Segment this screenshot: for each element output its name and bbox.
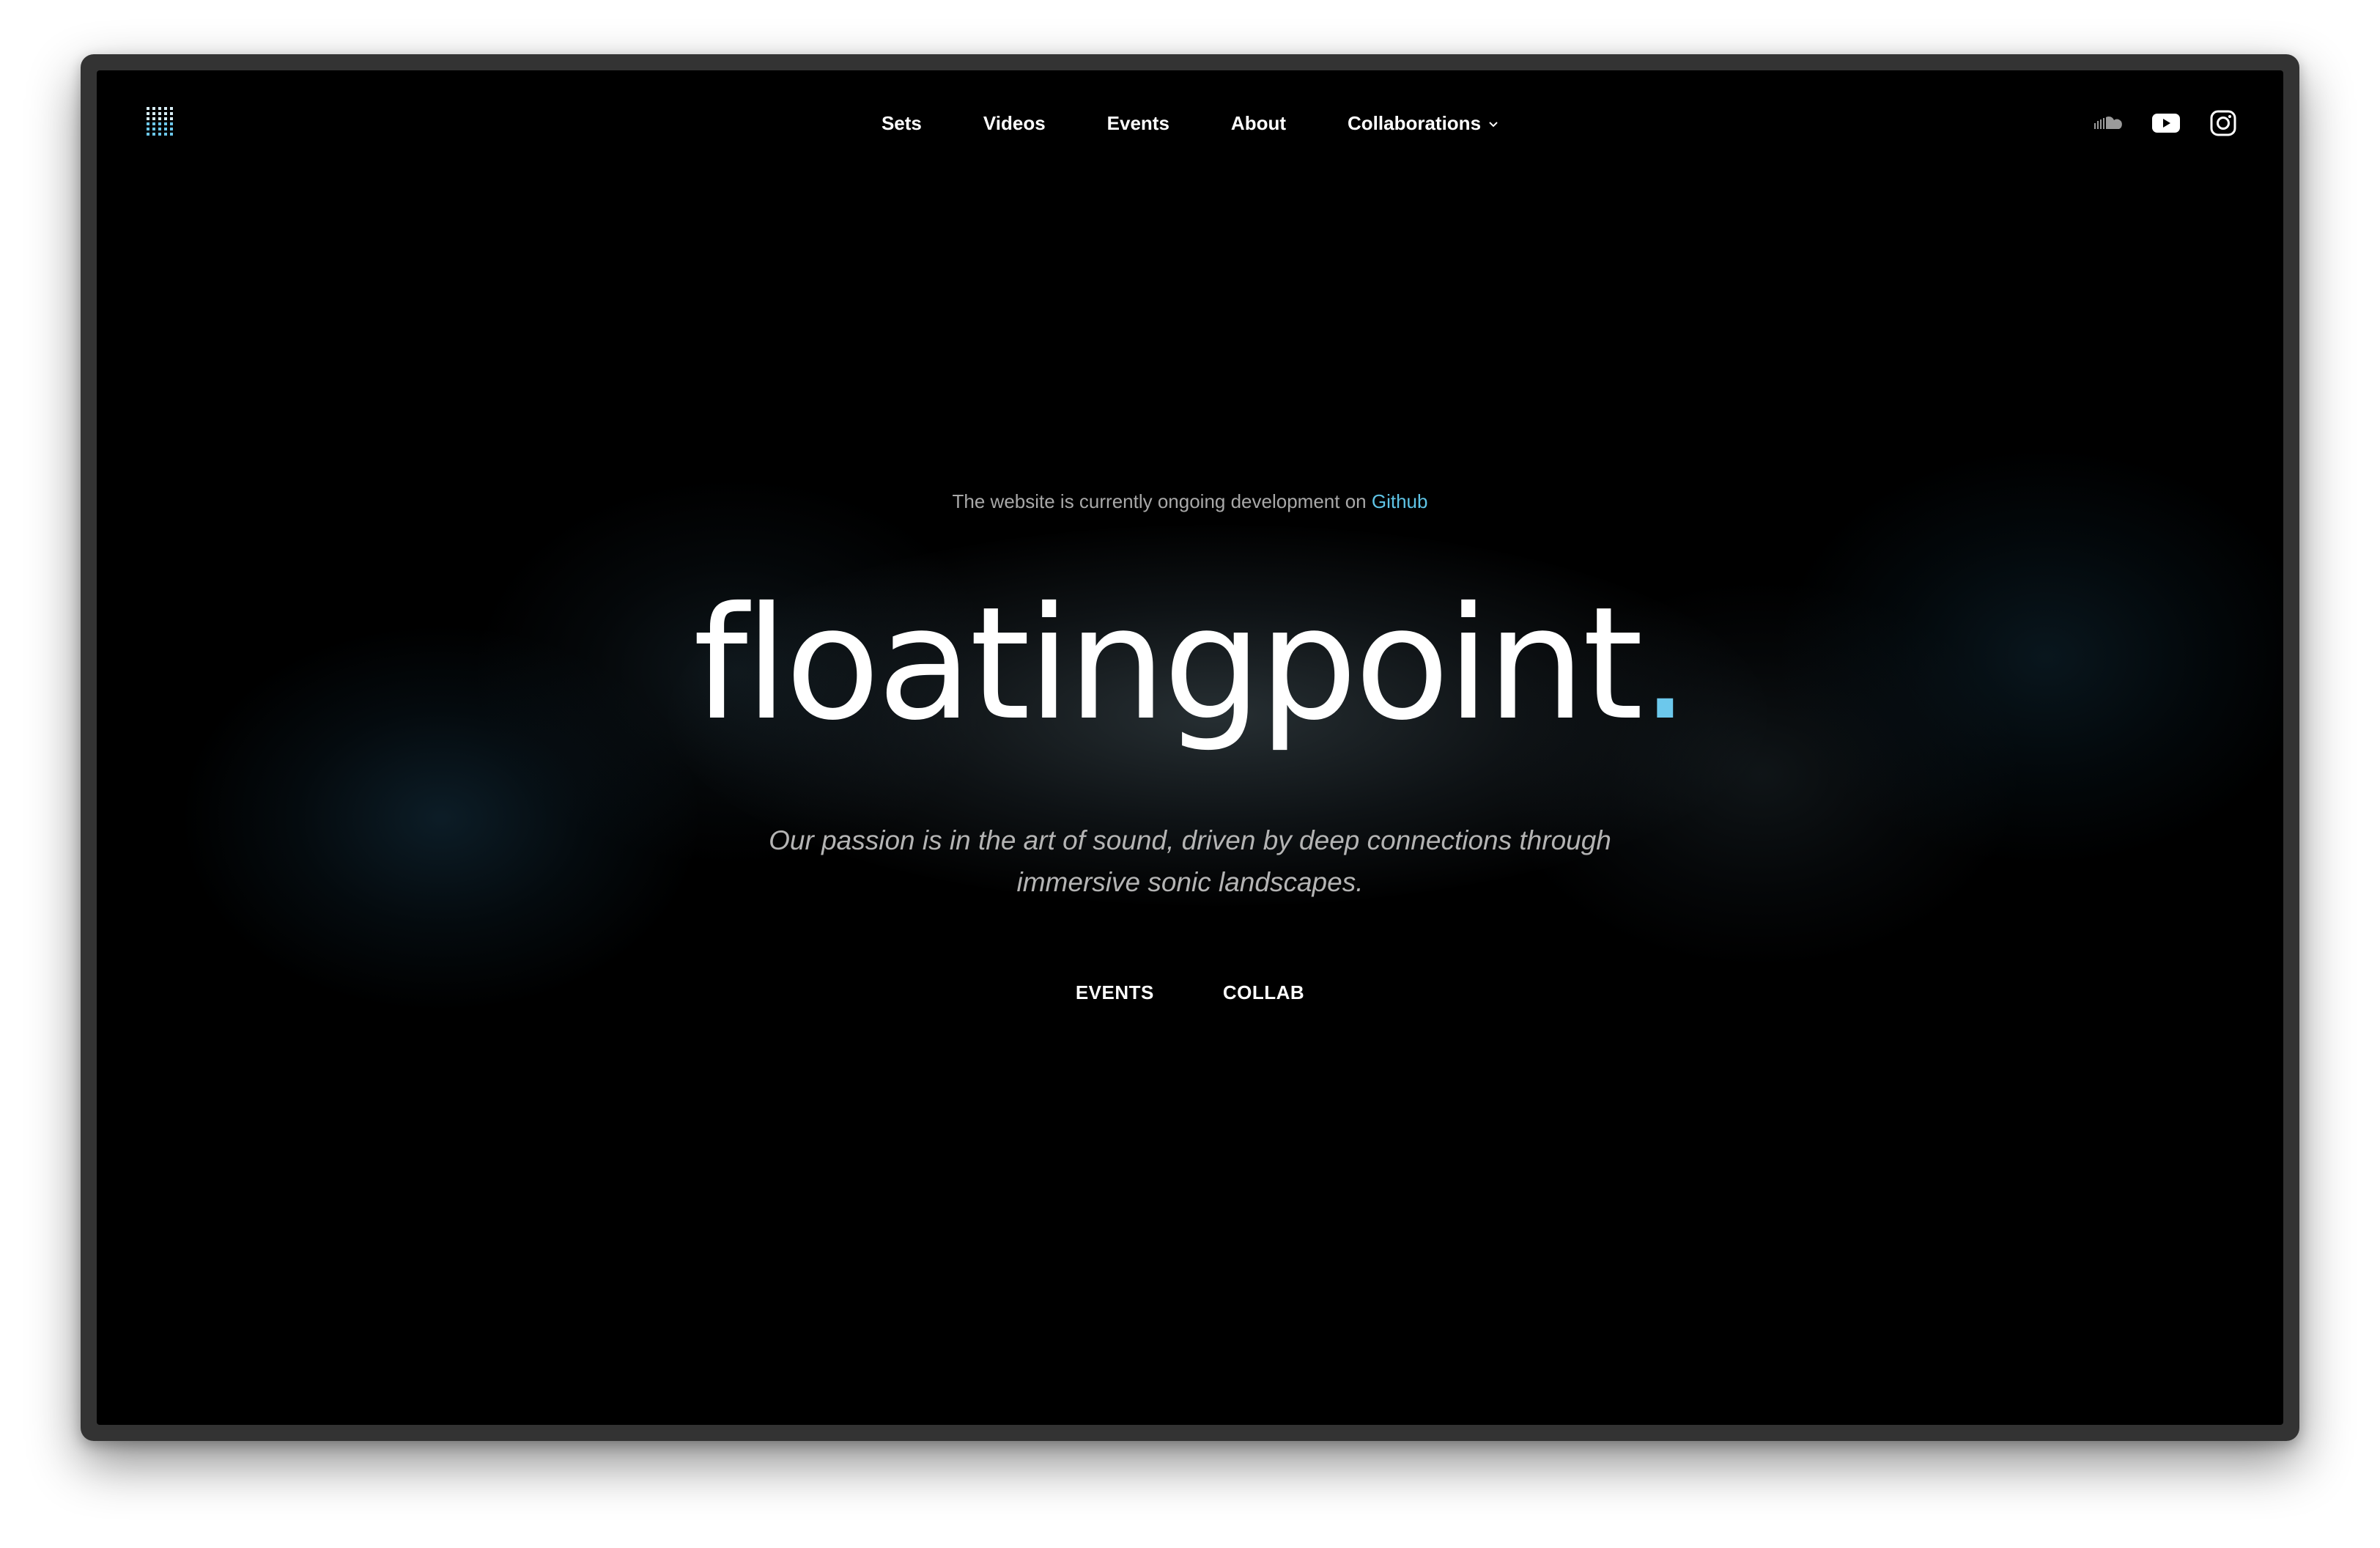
youtube-link[interactable]	[2151, 108, 2181, 138]
chevron-down-icon	[1489, 122, 1498, 128]
brand-dot: .	[1640, 573, 1690, 754]
youtube-icon	[2152, 114, 2180, 133]
brand-name: floatingpoint	[692, 573, 1644, 754]
tagline-line-2: immersive sonic landscapes.	[1016, 867, 1364, 897]
events-button[interactable]: EVENTS	[1076, 981, 1154, 1004]
nav-item-collaborations-label: Collaborations	[1348, 112, 1482, 134]
brand-wordmark: floatingpoint.	[97, 569, 2283, 759]
nav-item-events[interactable]: Events	[1076, 111, 1200, 135]
nav-item-about[interactable]: About	[1200, 111, 1317, 135]
soundcloud-link[interactable]	[2094, 108, 2124, 138]
nav-item-sets[interactable]: Sets	[851, 111, 953, 135]
collab-button[interactable]: COLLAB	[1223, 981, 1304, 1004]
main-nav: Sets Videos Events About Collaborations	[97, 111, 2283, 135]
social-links	[2094, 108, 2238, 138]
github-link[interactable]: Github	[1372, 490, 1428, 512]
development-notice: The website is currently ongoing develop…	[97, 490, 2283, 513]
cta-group: EVENTS COLLAB	[97, 981, 2283, 1004]
tagline-line-1: Our passion is in the art of sound, driv…	[769, 825, 1611, 855]
development-notice-text: The website is currently ongoing develop…	[952, 490, 1367, 512]
soundcloud-icon	[2094, 117, 2122, 129]
tagline: Our passion is in the art of sound, driv…	[97, 819, 2283, 903]
nav-item-videos[interactable]: Videos	[953, 111, 1076, 135]
instagram-link[interactable]	[2209, 108, 2238, 138]
instagram-icon	[2210, 110, 2236, 136]
nav-item-collaborations[interactable]: Collaborations	[1317, 111, 1529, 135]
browser-viewport: Sets Videos Events About Collaborations	[97, 70, 2283, 1425]
device-frame: Sets Videos Events About Collaborations	[81, 54, 2299, 1441]
